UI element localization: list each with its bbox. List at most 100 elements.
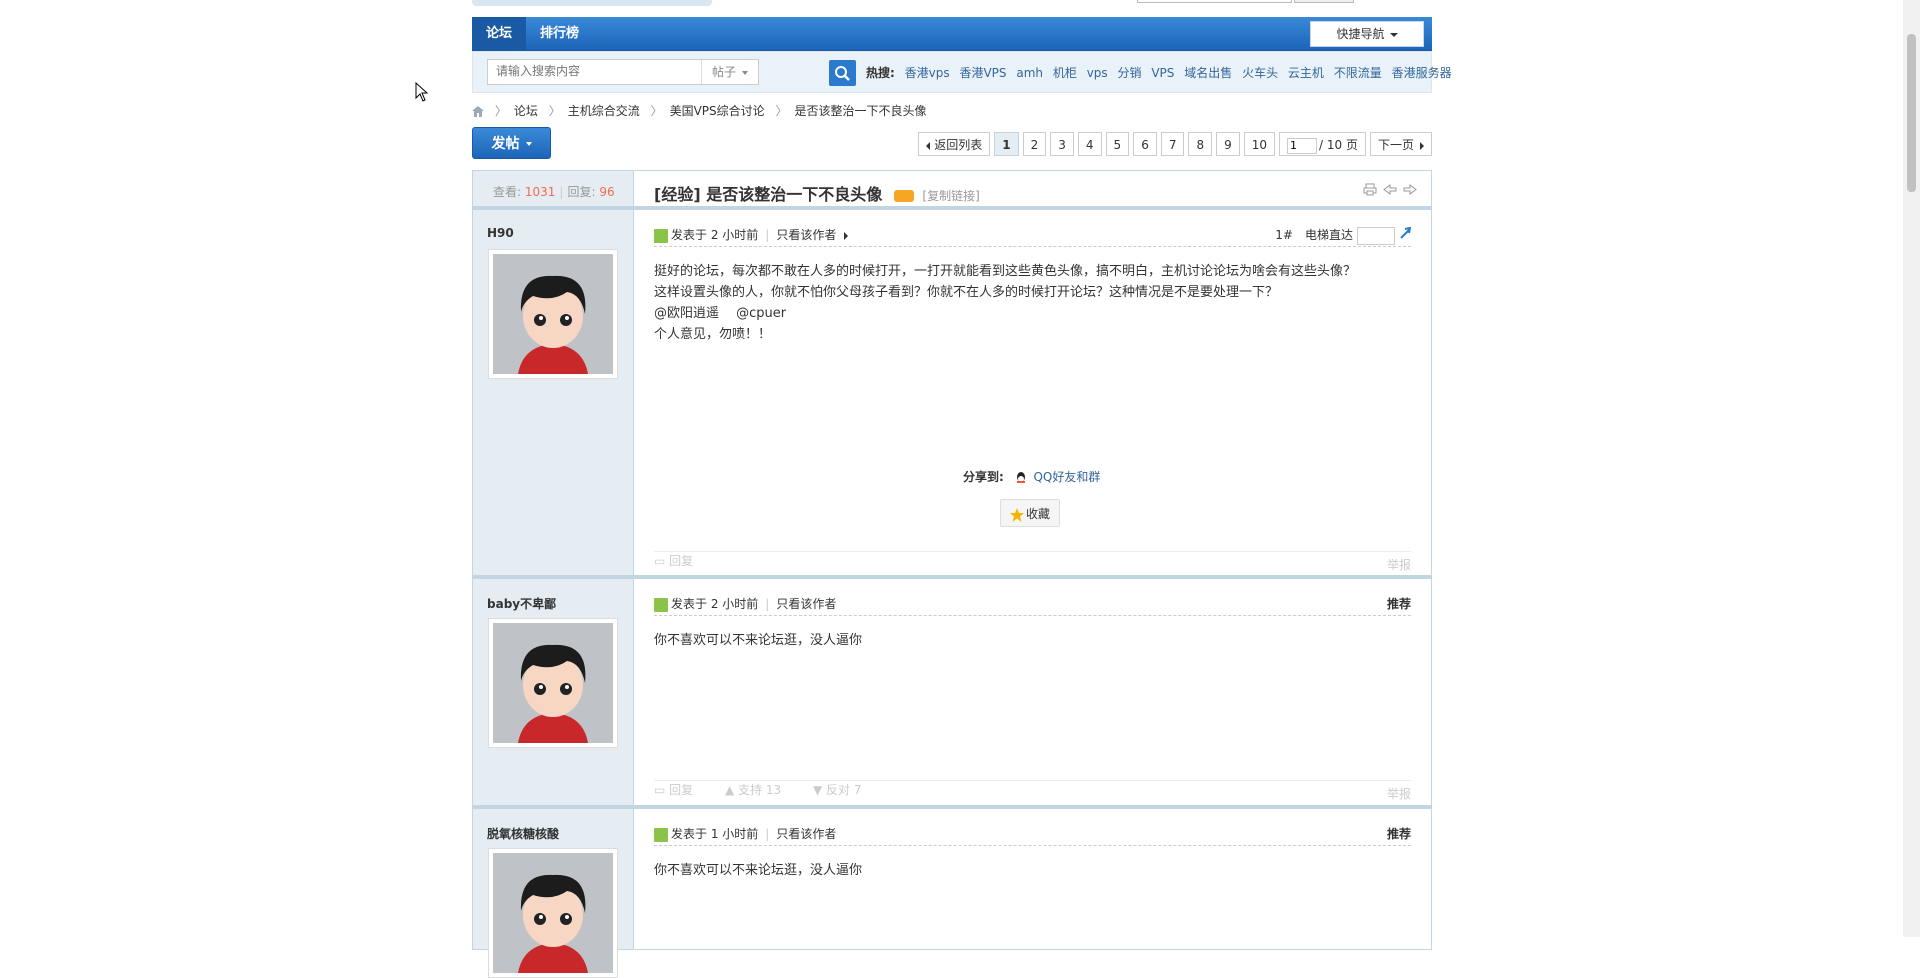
thread-prefix[interactable]: [经验] bbox=[654, 185, 701, 204]
search-bar: 帖子 热搜: 香港vps 香港VPS amh 机柜 vps 分销 VPS 域名出… bbox=[472, 51, 1452, 93]
recommend-link[interactable]: 推荐 bbox=[1387, 595, 1411, 612]
reply-label: 回复 bbox=[669, 554, 694, 568]
post-author[interactable]: H90 bbox=[487, 226, 514, 240]
home-icon[interactable] bbox=[472, 106, 484, 117]
report-button[interactable]: 举报 bbox=[1387, 785, 1411, 802]
hot-term[interactable]: 机柜 bbox=[1053, 66, 1077, 80]
page-link[interactable]: 2 bbox=[1022, 132, 1047, 156]
support-button[interactable]: ▲ 支持 13 bbox=[725, 783, 795, 797]
breadcrumb-board[interactable]: 美国VPS综合讨论 bbox=[670, 104, 765, 118]
top-search-button[interactable] bbox=[1294, 0, 1354, 3]
post-line: 个人意见，勿喷！！ bbox=[654, 327, 772, 342]
hot-term[interactable]: 火车头 bbox=[1242, 66, 1278, 80]
page-jump-input[interactable] bbox=[1287, 137, 1318, 154]
tab-forum[interactable]: 论坛 bbox=[472, 17, 527, 50]
hot-term[interactable]: 不限流量 bbox=[1334, 66, 1382, 80]
quick-nav-label: 快捷导航 bbox=[1336, 27, 1385, 41]
back-to-list-button[interactable]: 返回列表 bbox=[918, 132, 991, 156]
avatar-image bbox=[493, 623, 613, 743]
qq-icon bbox=[1016, 471, 1025, 483]
page-scrollbar[interactable] bbox=[1903, 0, 1920, 937]
page-link[interactable]: 3 bbox=[1050, 132, 1074, 156]
hot-term[interactable]: 分销 bbox=[1118, 66, 1142, 80]
hot-term[interactable]: 香港VPS bbox=[959, 66, 1006, 80]
hot-term[interactable]: 香港vps bbox=[905, 66, 950, 80]
page-link[interactable]: 10 bbox=[1243, 132, 1276, 156]
avatar-image bbox=[493, 254, 613, 374]
hot-term[interactable]: 香港服务器 bbox=[1392, 66, 1452, 80]
reply-button[interactable]: ▭ 回复 bbox=[654, 554, 707, 568]
breadcrumb-category[interactable]: 主机综合交流 bbox=[568, 104, 640, 118]
hot-term[interactable]: 域名出售 bbox=[1184, 66, 1232, 80]
share-qq-link[interactable]: QQ好友和群 bbox=[1033, 470, 1100, 484]
quick-nav-button[interactable]: 快捷导航 bbox=[1310, 21, 1424, 47]
chevron-down-icon bbox=[1389, 32, 1398, 37]
next-thread-icon[interactable] bbox=[1403, 183, 1417, 196]
page-link[interactable]: 7 bbox=[1160, 132, 1185, 156]
print-icon[interactable] bbox=[1363, 183, 1377, 196]
mouse-cursor-icon bbox=[415, 82, 429, 102]
page-link-current[interactable]: 1 bbox=[994, 132, 1019, 156]
hot-term[interactable]: 云主机 bbox=[1288, 66, 1324, 80]
thread-title: [经验] 是否该整治一下不良头像 [复制链接] bbox=[654, 181, 980, 205]
chevron-right-icon[interactable] bbox=[844, 231, 849, 240]
copy-link-button[interactable]: [复制链接] bbox=[922, 189, 979, 203]
avatar-cartoon bbox=[493, 623, 613, 743]
search-button[interactable] bbox=[829, 60, 856, 86]
favorite-button[interactable]: 收藏 bbox=[1000, 499, 1060, 527]
avatar[interactable] bbox=[488, 848, 618, 978]
new-post-button[interactable]: 发帖 bbox=[472, 127, 551, 159]
back-to-list-label: 返回列表 bbox=[934, 138, 983, 152]
recommend-link[interactable]: 推荐 bbox=[1387, 825, 1411, 842]
hot-term[interactable]: vps bbox=[1087, 66, 1108, 80]
oppose-button[interactable]: ▼ 反对 7 bbox=[813, 783, 876, 797]
page-link[interactable]: 5 bbox=[1105, 132, 1130, 156]
chevron-down-icon bbox=[742, 70, 748, 75]
post-meta: 发表于 1 小时前 | 只看该作者 推荐 bbox=[654, 825, 1411, 846]
post-time: 发表于 2 小时前 bbox=[671, 597, 759, 611]
scrollbar-thumb[interactable] bbox=[1907, 34, 1916, 192]
page-link[interactable]: 9 bbox=[1216, 132, 1240, 156]
post-body: 你不喜欢可以不来论坛逛，没人逼你 bbox=[654, 630, 1411, 651]
search-type-select[interactable]: 帖子 bbox=[701, 60, 758, 84]
user-status-icon bbox=[654, 827, 668, 842]
page-jump: / 10 页 bbox=[1279, 132, 1366, 156]
avatar[interactable] bbox=[488, 249, 618, 379]
post-author[interactable]: baby不卑鄙 bbox=[487, 595, 556, 612]
thread-tools bbox=[1363, 183, 1417, 196]
divider: | bbox=[765, 597, 770, 611]
post: H90 发表于 2 小时前 | 只看该作者 1# 电梯直达 挺好的论坛，每次都不敢在… bbox=[473, 210, 1431, 579]
thread-title-text: 是否该整治一下不良头像 bbox=[706, 185, 883, 204]
site-logo[interactable] bbox=[472, 0, 712, 6]
chevron-down-icon bbox=[525, 142, 532, 146]
report-button[interactable]: 举报 bbox=[1387, 556, 1411, 573]
page-link[interactable]: 6 bbox=[1133, 132, 1157, 156]
new-post-label: 发帖 bbox=[491, 136, 520, 152]
breadcrumb-forum[interactable]: 论坛 bbox=[514, 104, 538, 118]
hot-term[interactable]: VPS bbox=[1151, 66, 1174, 80]
page-link[interactable]: 4 bbox=[1077, 132, 1102, 156]
next-page-button[interactable]: 下一页 bbox=[1369, 132, 1432, 156]
hot-term[interactable]: amh bbox=[1016, 66, 1043, 80]
reply-button[interactable]: ▭ 回复 bbox=[654, 783, 707, 797]
breadcrumb-thread[interactable]: 是否该整治一下不良头像 bbox=[794, 104, 926, 118]
only-author-link[interactable]: 只看该作者 bbox=[776, 228, 836, 242]
only-author-link[interactable]: 只看该作者 bbox=[776, 827, 836, 841]
elevator-input[interactable] bbox=[1357, 226, 1395, 245]
only-author-link[interactable]: 只看该作者 bbox=[776, 597, 836, 611]
breadcrumb-separator: 〉 bbox=[775, 104, 788, 118]
page-link[interactable]: 8 bbox=[1188, 132, 1213, 156]
thread-stats: 查看: 1031 | 回复: 96 bbox=[493, 183, 615, 200]
prev-thread-icon[interactable] bbox=[1383, 183, 1397, 196]
divider: | bbox=[559, 185, 564, 199]
top-search-input[interactable] bbox=[1137, 0, 1292, 3]
reply-label: 回复 bbox=[669, 783, 694, 797]
breadcrumb-separator: 〉 bbox=[494, 104, 507, 118]
avatar-cartoon bbox=[493, 853, 613, 973]
replies-label: 回复: bbox=[567, 185, 596, 199]
go-icon[interactable] bbox=[1399, 226, 1412, 239]
tab-ranking[interactable]: 排行榜 bbox=[526, 17, 593, 50]
avatar[interactable] bbox=[488, 618, 618, 748]
post-author[interactable]: 脱氧核糖核酸 bbox=[487, 825, 559, 842]
post-actions: ▭ 回复 ▲ 支持 13 ▼ 反对 7 举报 bbox=[654, 780, 1411, 801]
